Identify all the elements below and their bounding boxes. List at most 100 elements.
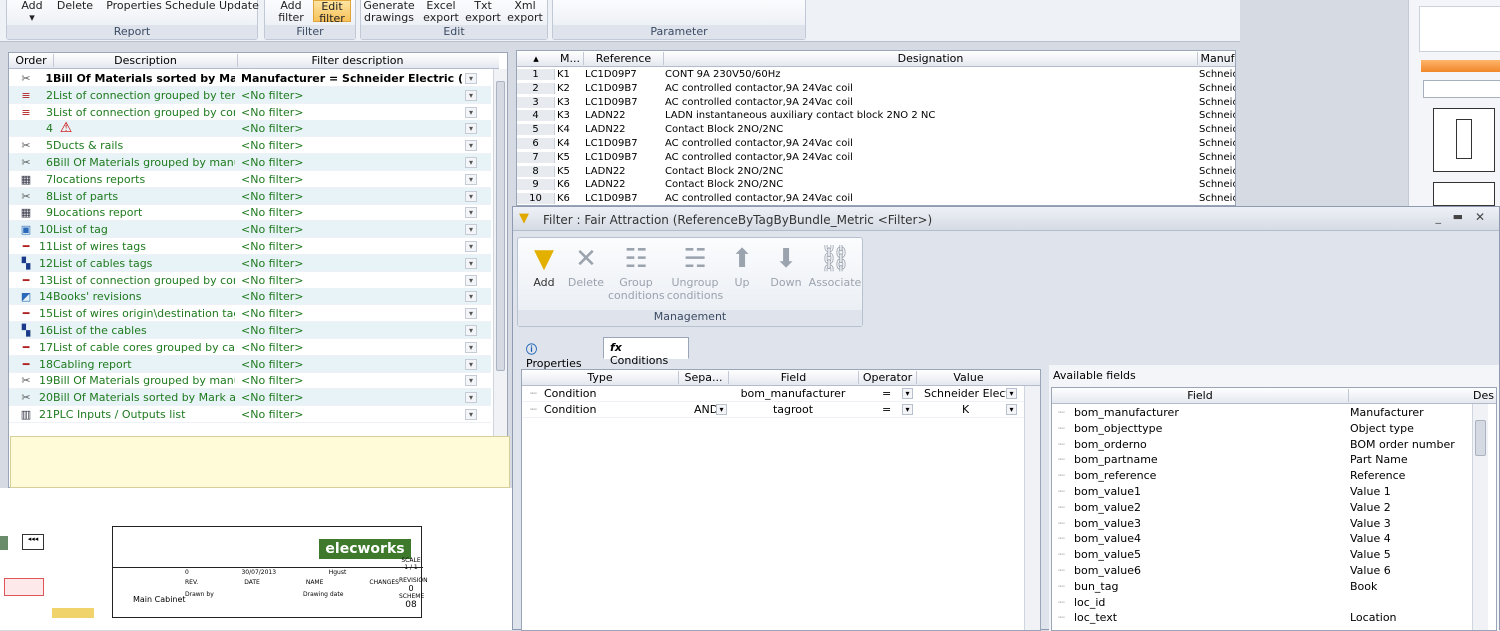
filter-dropdown[interactable]: ▾	[465, 207, 477, 219]
filter-dropdown[interactable]: ▾	[465, 257, 477, 269]
table-row[interactable]: ≡ 3 List of connection grouped by com... <N…	[9, 104, 491, 121]
txt-export-button[interactable]: Txt export	[463, 0, 503, 24]
associate-button[interactable]: ⛓ Associate	[808, 242, 862, 289]
table-row[interactable]: ✂ 20 Bill Of Materials sorted by Mark an..…	[9, 389, 491, 407]
filter-dropdown[interactable]: ▾	[465, 89, 477, 101]
table-row[interactable]: ━ 15 List of wires origin\destination tags…	[9, 305, 491, 323]
list-item[interactable]: ┈ bom_partname Part Name	[1052, 452, 1496, 468]
column-designation[interactable]: Designation	[663, 52, 1197, 65]
list-item[interactable]: ┈ bom_value6 Value 6	[1052, 563, 1496, 579]
column-filter-description[interactable]: Filter description	[237, 54, 477, 67]
column-type[interactable]: Type	[522, 371, 678, 384]
table-row[interactable]: ▥ 21 PLC Inputs / Outputs list <No filter> ▾	[9, 406, 491, 423]
list-item[interactable]: ┈ bom_value5 Value 5	[1052, 547, 1496, 563]
table-row[interactable]: 2 K2 LC1D09B7 AC controlled contactor,9A 24…	[517, 82, 1235, 96]
filter-dropdown[interactable]: ▾	[465, 308, 477, 320]
table-row[interactable]: 5 K4 LADN22 Contact Block 2NO/2NC Schneic	[517, 123, 1235, 137]
table-row[interactable]: ▚ 12 List of cables tags <No filter> ▾	[9, 254, 491, 272]
list-item[interactable]: ┈ bom_value4 Value 4	[1052, 531, 1496, 547]
column-separator[interactable]: Sepa...	[678, 371, 728, 384]
table-row[interactable]: ✂ 19 Bill Of Materials grouped by manuf...…	[9, 372, 491, 390]
filter-dropdown[interactable]: ▾	[465, 173, 477, 185]
table-row[interactable]: 4 K3 LADN22 LADN instantaneous auxiliary co…	[517, 109, 1235, 123]
filter-dropdown[interactable]: ▾	[465, 123, 477, 135]
add-condition-button[interactable]: ▼ Add	[520, 242, 568, 289]
filter-dropdown[interactable]: ▾	[465, 106, 477, 118]
filter-dropdown[interactable]: ▾	[465, 325, 477, 336]
add-report-button[interactable]: Add ▾	[17, 0, 47, 24]
column-value[interactable]: Value	[916, 371, 1020, 384]
operator-dropdown[interactable]: ▾	[902, 404, 913, 415]
tab-conditions[interactable]: fx Conditions	[603, 337, 689, 367]
table-row[interactable]: 1 K1 LC1D09P7 CONT 9A 230V50/60Hz Schneic	[517, 68, 1235, 82]
column-description[interactable]: Des	[1348, 389, 1496, 402]
filter-dropdown[interactable]: ▾	[465, 241, 477, 252]
available-scrollbar[interactable]	[1472, 404, 1488, 630]
condition-row[interactable]: ┈ Condition AND ▾ tagroot = ▾ K ▾	[522, 402, 1040, 418]
schedule-button[interactable]: Schedule	[165, 0, 216, 12]
value-dropdown[interactable]: ▾	[1006, 404, 1017, 415]
list-item[interactable]: ┈ bom_reference Reference	[1052, 468, 1496, 484]
filter-dropdown[interactable]: ▾	[465, 392, 477, 404]
list-item[interactable]: ┈ loc_id	[1052, 595, 1496, 611]
table-row[interactable]: ━ 17 List of cable cores grouped by cable <…	[9, 339, 491, 356]
table-row[interactable]: 6 K4 LC1D09B7 AC controlled contactor,9A 24…	[517, 137, 1235, 151]
list-item[interactable]: ┈ bom_value1 Value 1	[1052, 484, 1496, 500]
filter-dropdown[interactable]: ▾	[465, 409, 477, 420]
value-dropdown[interactable]: ▾	[1006, 388, 1017, 399]
column-m[interactable]: M...	[557, 52, 583, 65]
table-row[interactable]: ✂ 6 Bill Of Materials grouped by manuf... <…	[9, 154, 491, 171]
report-list-scrollbar[interactable]	[493, 69, 507, 437]
table-row[interactable]: 8 K5 LADN22 Contact Block 2NO/2NC Schneic	[517, 165, 1235, 179]
close-icon[interactable]: ✕	[1475, 210, 1485, 224]
delete-report-button[interactable]: Delete	[55, 0, 95, 12]
list-item[interactable]: ┈ bom_value3 Value 3	[1052, 516, 1496, 532]
group-conditions-button[interactable]: ☷ Group conditions	[608, 242, 665, 302]
table-row[interactable]: 3 K3 LC1D09B7 AC controlled contactor,9A 24…	[517, 96, 1235, 110]
condition-row[interactable]: ┈ Condition bom_manufacturer = ▾ Schneid…	[522, 386, 1040, 402]
table-row[interactable]: ✂ 8 List of parts <No filter> ▾	[9, 187, 491, 205]
column-operator[interactable]: Operator	[858, 371, 916, 384]
properties-button[interactable]: Properties	[103, 0, 165, 12]
table-row[interactable]: ▦ 7 locations reports <No filter> ▾	[9, 171, 491, 188]
table-row[interactable]: 10 K6 LC1D09B7 AC controlled contactor,9A 2…	[517, 192, 1235, 205]
list-item[interactable]: ┈ bom_orderno BOM order number	[1052, 437, 1496, 453]
list-item[interactable]: ┈ loc_text Location	[1052, 610, 1496, 626]
move-up-button[interactable]: ⬆ Up	[722, 242, 762, 289]
filter-dropdown[interactable]: ▾	[465, 157, 477, 168]
filter-dropdown[interactable]: ▾	[465, 190, 477, 202]
column-reference[interactable]: Reference	[583, 52, 663, 65]
table-row[interactable]: ━ 11 List of wires tags <No filter> ▾	[9, 238, 491, 255]
column-field[interactable]: Field	[1052, 389, 1348, 402]
excel-export-button[interactable]: Excel export	[421, 0, 461, 24]
filter-dropdown[interactable]: ▾	[465, 375, 477, 387]
filter-dropdown[interactable]: ▾	[465, 274, 477, 286]
column-manuf[interactable]: Manuf	[1197, 52, 1235, 65]
separator-dropdown[interactable]: ▾	[716, 404, 727, 415]
table-row[interactable]: ━ 18 Cabling report <No filter> ▾	[9, 355, 491, 373]
operator-dropdown[interactable]: ▾	[902, 388, 913, 399]
ungroup-conditions-button[interactable]: ☵ Ungroup conditions	[666, 242, 724, 302]
column-order[interactable]: Order	[11, 54, 51, 67]
table-row[interactable]: 7 K5 LC1D09B7 AC controlled contactor,9A 24…	[517, 151, 1235, 165]
scrollbar-thumb[interactable]	[496, 81, 505, 371]
move-down-button[interactable]: ⬇ Down	[764, 242, 808, 289]
update-button[interactable]: Update	[219, 0, 259, 12]
xml-export-button[interactable]: Xml export	[505, 0, 545, 24]
table-row[interactable]: ▦ 9 Locations report <No filter> ▾	[9, 204, 491, 222]
list-item[interactable]: ┈ bun_tag Book	[1052, 579, 1496, 595]
list-item[interactable]: ┈ bom_objecttype Object type	[1052, 421, 1496, 437]
table-row[interactable]: 9 K6 LADN22 Contact Block 2NO/2NC Schneic	[517, 178, 1235, 192]
filter-dropdown[interactable]: ▾	[465, 140, 477, 152]
delete-condition-button[interactable]: ✕ Delete	[562, 242, 610, 289]
table-row[interactable]: ⚠ 4 <No filter> ▾	[9, 120, 491, 138]
filter-dropdown[interactable]: ▾	[465, 73, 477, 84]
filter-dropdown[interactable]: ▾	[465, 224, 477, 236]
list-item[interactable]: ┈ bom_value2 Value 2	[1052, 500, 1496, 516]
conditions-scrollbar[interactable]	[1024, 386, 1040, 630]
scrollbar-thumb[interactable]	[1475, 420, 1486, 456]
filter-dropdown[interactable]: ▾	[465, 291, 477, 303]
filter-dropdown[interactable]: ▾	[465, 341, 477, 353]
table-row[interactable]: ▣ 10 List of tag <No filter> ▾	[9, 221, 491, 239]
column-field[interactable]: Field	[728, 371, 858, 384]
